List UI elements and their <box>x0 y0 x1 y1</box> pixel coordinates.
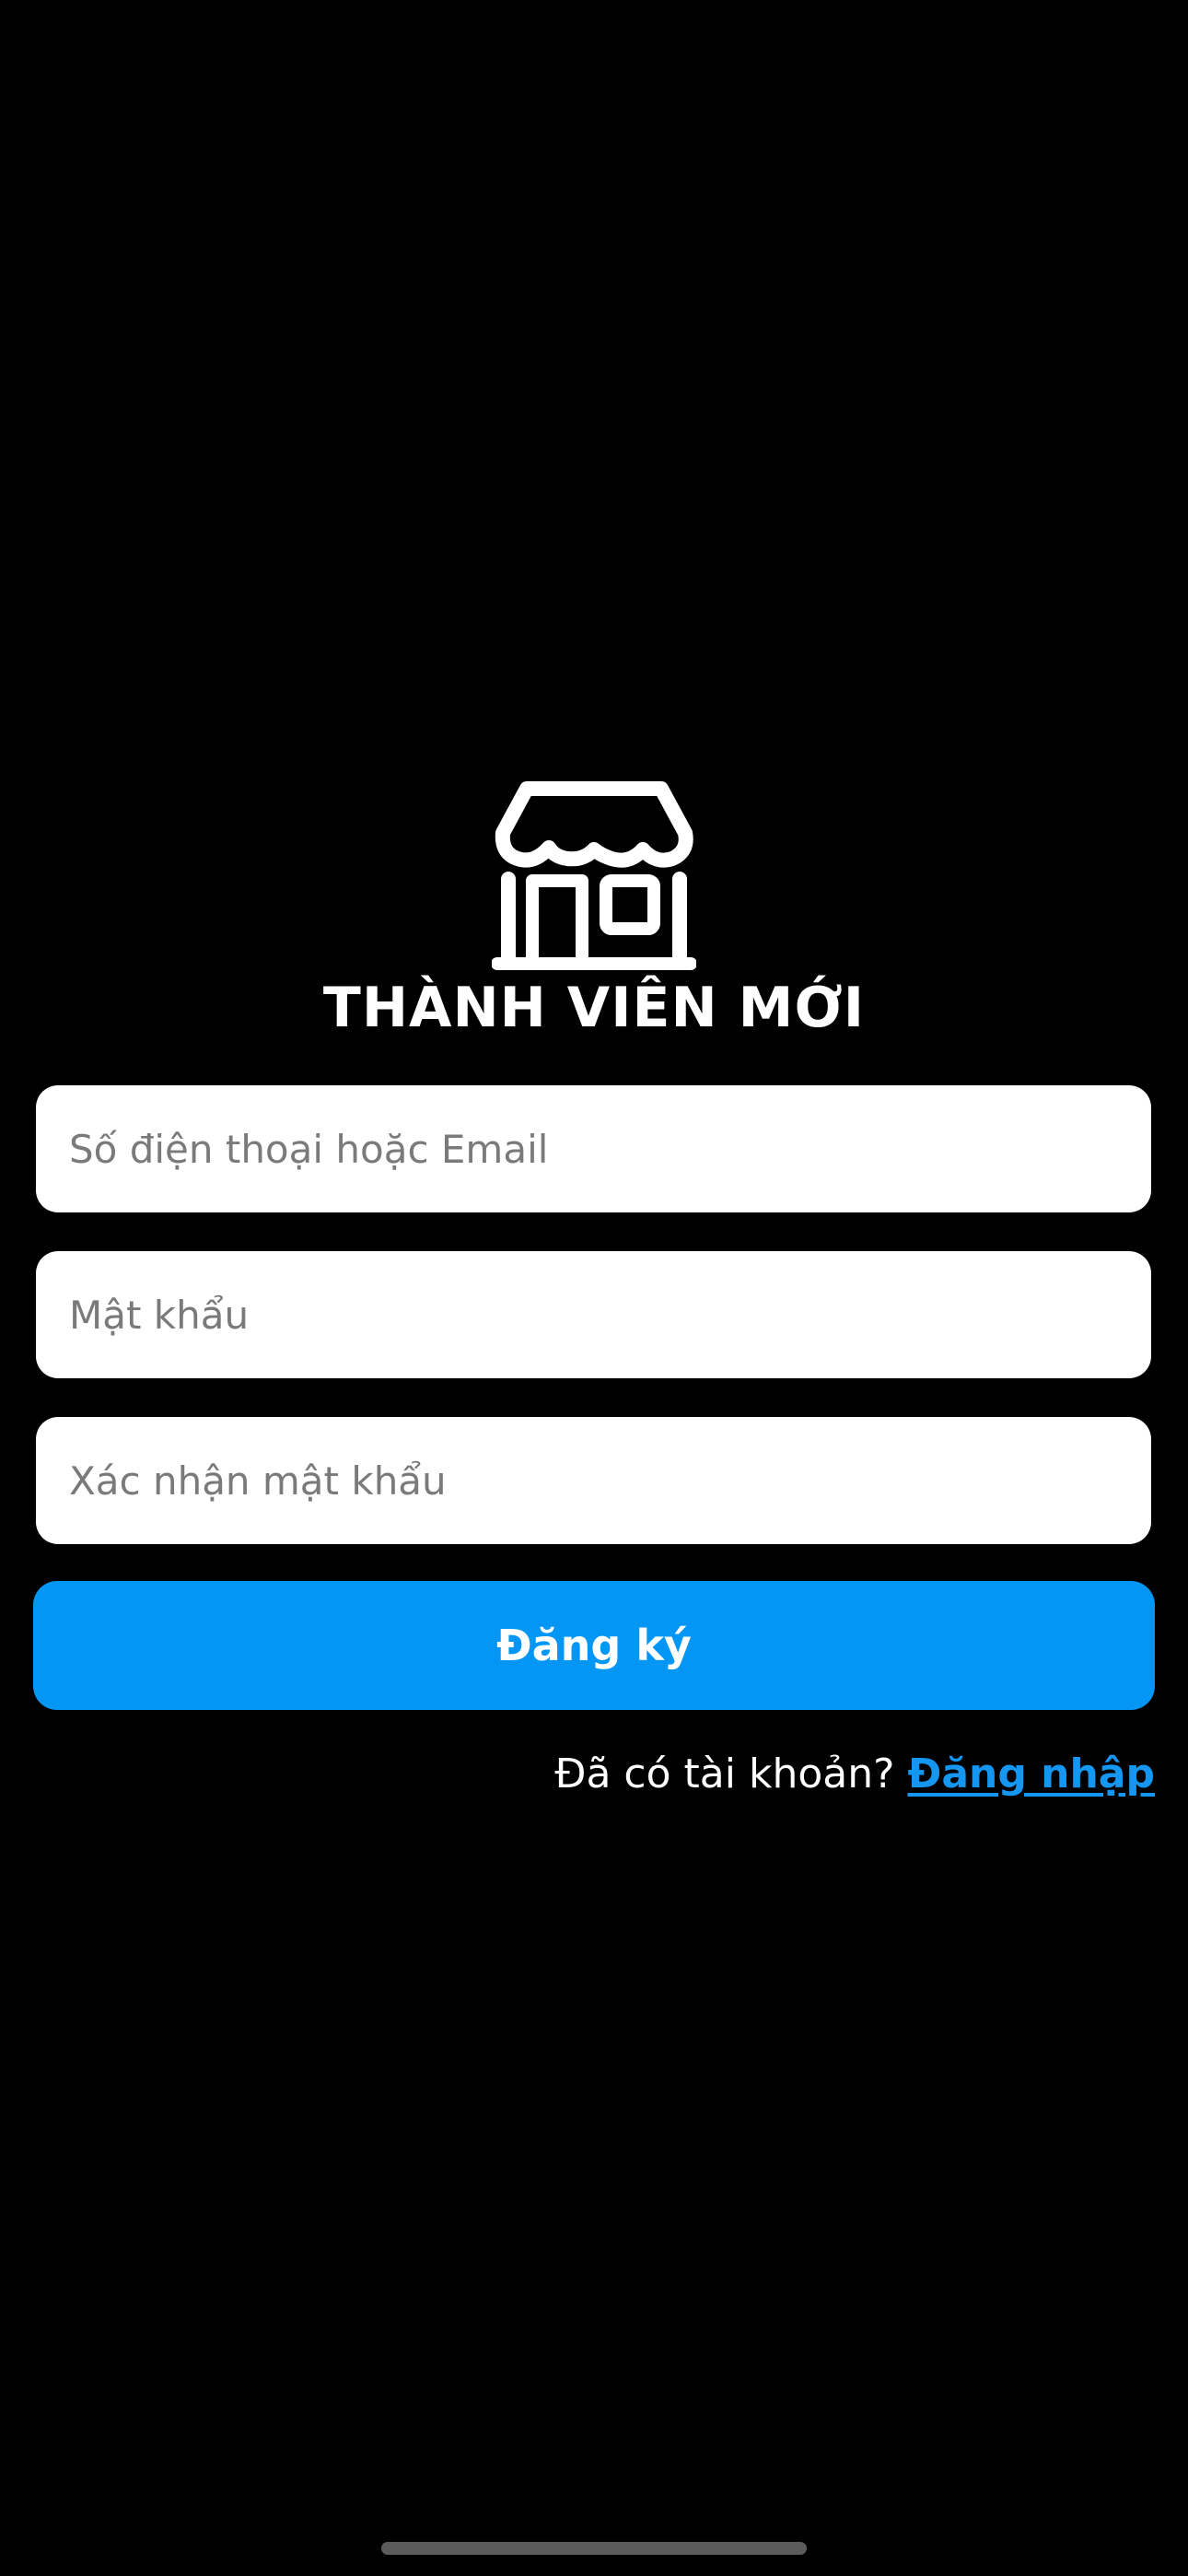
password-input[interactable] <box>67 1291 1120 1339</box>
page-title: THÀNH VIÊN MỚI <box>322 976 866 1040</box>
store-icon <box>492 781 696 971</box>
phone-email-field[interactable] <box>36 1085 1151 1212</box>
login-link[interactable]: Đăng nhập <box>907 1751 1155 1797</box>
register-button[interactable]: Đăng ký <box>33 1581 1155 1710</box>
home-indicator[interactable] <box>381 2542 807 2555</box>
confirm-password-field[interactable] <box>36 1417 1151 1544</box>
confirm-password-input[interactable] <box>67 1457 1120 1505</box>
login-prompt-text: Đã có tài khoản? <box>554 1751 895 1797</box>
phone-email-input[interactable] <box>67 1125 1120 1173</box>
login-prompt: Đã có tài khoản? Đăng nhập <box>554 1747 1155 1802</box>
register-screen: THÀNH VIÊN MỚI Đăng ký Đã có tài khoản? … <box>0 0 1188 2576</box>
password-field[interactable] <box>36 1251 1151 1378</box>
